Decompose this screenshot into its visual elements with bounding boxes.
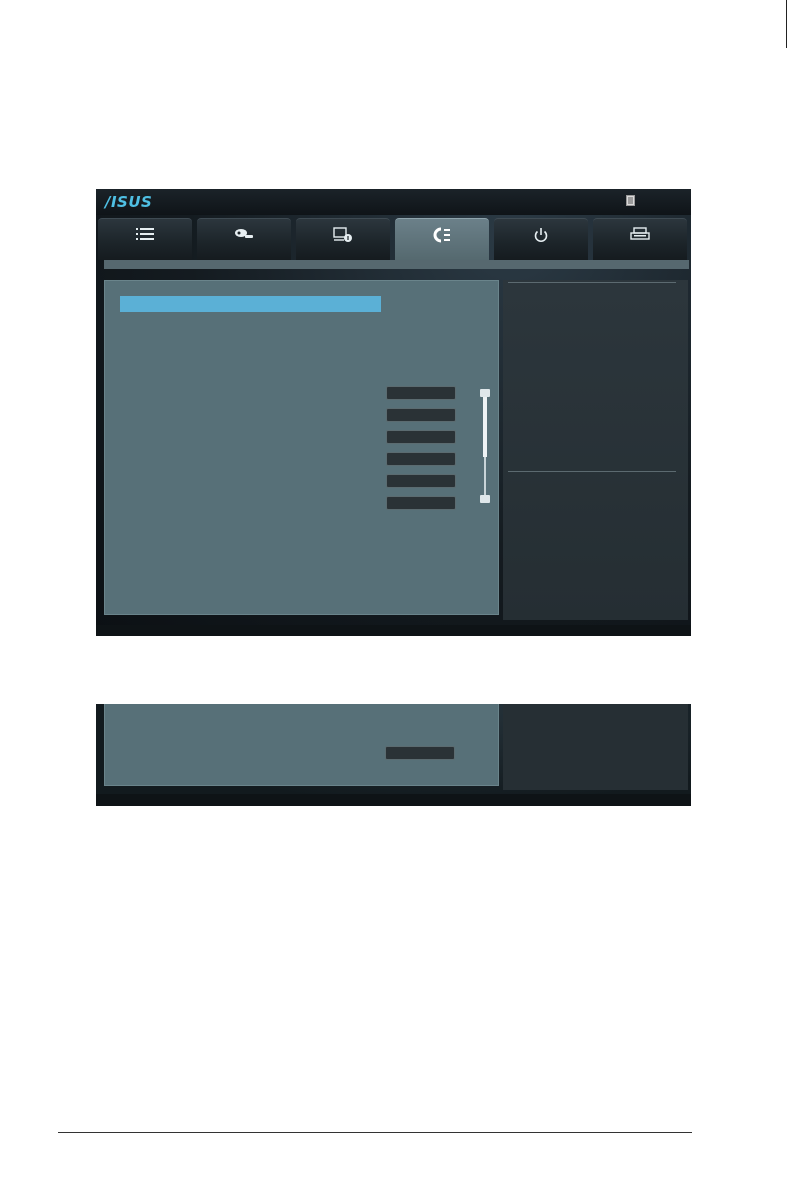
settings-panel-detail [104, 704, 499, 786]
bottom-bar [96, 625, 691, 636]
value-button[interactable] [386, 496, 456, 510]
help-divider [508, 471, 676, 472]
tweaker-icon [235, 229, 253, 238]
active-tab-strip [104, 260, 689, 269]
settings-panel [104, 280, 499, 615]
help-panel [503, 280, 688, 620]
tab-ai-tweaker[interactable] [197, 218, 291, 260]
tab-boot[interactable] [494, 218, 588, 260]
top-bar: /ISUS [96, 189, 691, 215]
bottom-bar [96, 794, 691, 806]
value-button[interactable] [386, 408, 456, 422]
scroll-down-arrow-icon[interactable] [480, 495, 490, 503]
system-info-icon [333, 227, 352, 242]
tab-advanced[interactable] [296, 218, 390, 260]
power-icon [534, 228, 548, 243]
value-button[interactable] [386, 386, 456, 400]
scrollbar-thumb[interactable] [483, 397, 487, 457]
tab-main[interactable] [98, 218, 192, 260]
scroll-up-arrow-icon[interactable] [480, 389, 490, 397]
value-button[interactable] [385, 746, 455, 760]
tool-icon [630, 227, 650, 240]
exit-icon[interactable] [626, 195, 635, 206]
monitor-icon [433, 227, 450, 243]
asus-logo: /ISUS [105, 193, 153, 211]
tab-tool[interactable] [593, 218, 687, 260]
bios-screen-detail [96, 704, 691, 806]
tab-monitor[interactable] [395, 218, 489, 260]
bios-screen: /ISUS [96, 189, 691, 636]
page-edge-mark [786, 0, 787, 48]
help-panel-detail [503, 704, 688, 790]
value-button[interactable] [386, 452, 456, 466]
help-divider [508, 282, 676, 283]
selected-menu-item[interactable] [120, 296, 381, 312]
footer-rule [58, 1132, 692, 1133]
value-button[interactable] [386, 430, 456, 444]
list-icon [136, 228, 154, 240]
value-button[interactable] [386, 474, 456, 488]
menu-tabs [98, 218, 689, 260]
